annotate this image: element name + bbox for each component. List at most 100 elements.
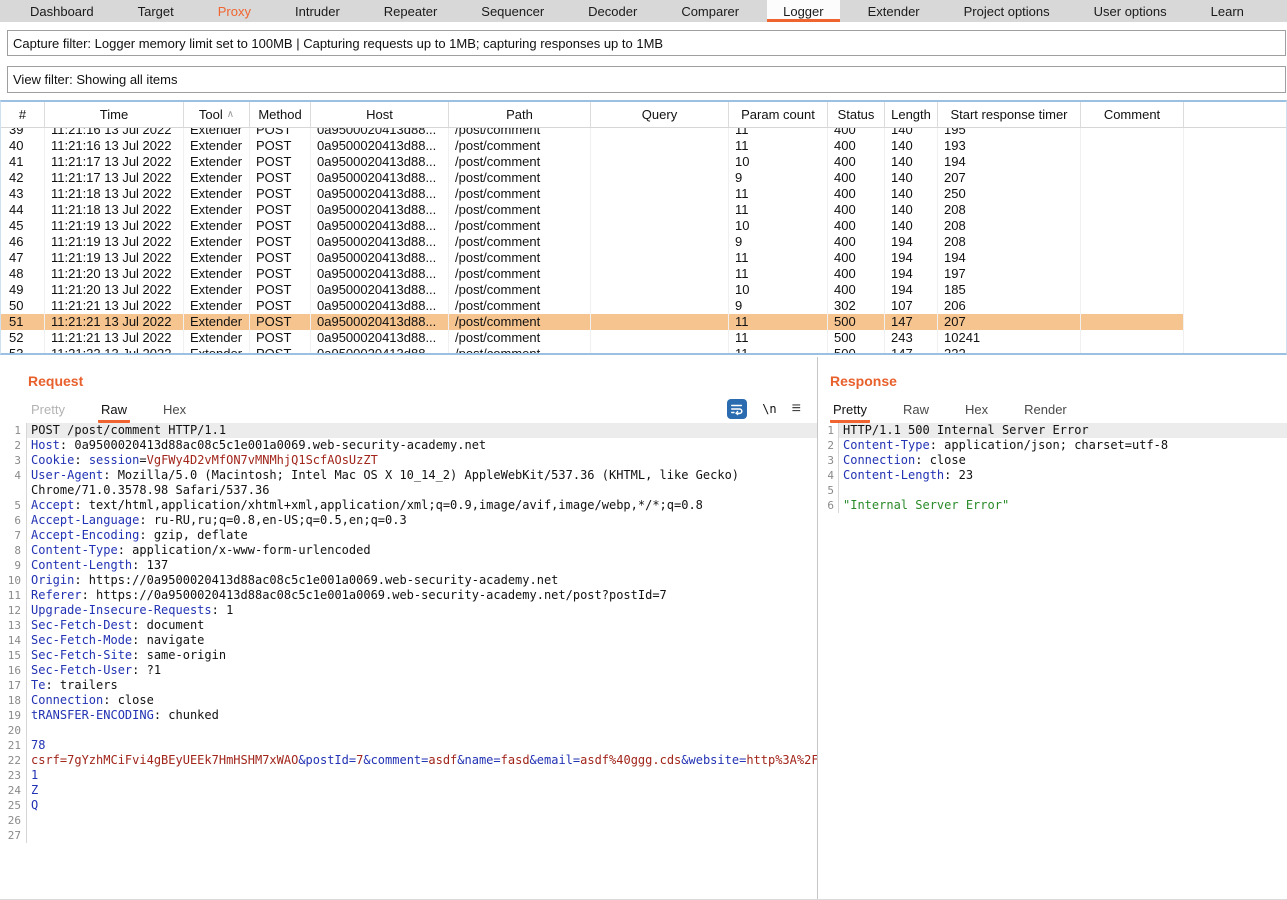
cell-host: 0a9500020413d88... (311, 298, 449, 314)
menu-icon[interactable]: ≡ (792, 401, 801, 417)
column-header-number[interactable]: # (1, 102, 45, 127)
column-header-label: Tool (199, 107, 223, 122)
cell-start-response-timer: 10241 (938, 330, 1081, 346)
main-tab-learn[interactable]: Learn (1195, 0, 1260, 22)
response-subtabs: Pretty Raw Hex Render (830, 397, 1277, 423)
column-header-host[interactable]: Host (311, 102, 449, 127)
main-tab-comparer[interactable]: Comparer (665, 0, 755, 22)
capture-filter-bar[interactable]: Capture filter: Logger memory limit set … (7, 30, 1286, 56)
log-row-42[interactable]: 4211:21:17 13 Jul 2022ExtenderPOST0a9500… (1, 170, 1286, 186)
request-tab-hex[interactable]: Hex (160, 398, 189, 423)
cell-start-response-timer: 207 (938, 314, 1081, 330)
log-row-49[interactable]: 4911:21:20 13 Jul 2022ExtenderPOST0a9500… (1, 282, 1286, 298)
column-header-comment[interactable]: Comment (1081, 102, 1184, 127)
log-row-40[interactable]: 4011:21:16 13 Jul 2022ExtenderPOST0a9500… (1, 138, 1286, 154)
cell-param-count: 11 (729, 186, 828, 202)
main-tab-proxy[interactable]: Proxy (202, 0, 267, 22)
request-line-text: Sec-Fetch-User: ?1 (26, 663, 817, 678)
line-number: 2 (820, 438, 838, 453)
cell-length: 194 (885, 250, 938, 266)
capture-filter-text: Capture filter: Logger memory limit set … (13, 36, 663, 51)
logger-table-body: 3911:21:16 13 Jul 2022ExtenderPOST0a9500… (1, 128, 1286, 353)
request-line-text: Accept: text/html,application/xhtml+xml,… (26, 498, 817, 513)
view-filter-bar[interactable]: View filter: Showing all items (7, 66, 1286, 93)
column-header-tool[interactable]: Tool∧ (184, 102, 250, 127)
main-tab-project-options[interactable]: Project options (948, 0, 1066, 22)
log-row-44[interactable]: 4411:21:18 13 Jul 2022ExtenderPOST0a9500… (1, 202, 1286, 218)
log-row-45[interactable]: 4511:21:19 13 Jul 2022ExtenderPOST0a9500… (1, 218, 1286, 234)
request-line-2: 2Host: 0a9500020413d88ac08c5c1e001a0069.… (0, 438, 817, 453)
cell-method: POST (250, 314, 311, 330)
log-row-39[interactable]: 3911:21:16 13 Jul 2022ExtenderPOST0a9500… (1, 128, 1286, 138)
cell-filler (1184, 170, 1286, 186)
response-line-2: 2Content-Type: application/json; charset… (820, 438, 1287, 453)
line-number: 5 (820, 483, 838, 498)
cell-time: 11:21:16 13 Jul 2022 (45, 128, 184, 138)
cell-tool: Extender (184, 330, 250, 346)
response-tab-raw[interactable]: Raw (900, 398, 932, 423)
log-row-41[interactable]: 4111:21:17 13 Jul 2022ExtenderPOST0a9500… (1, 154, 1286, 170)
column-header-label: # (19, 107, 26, 122)
column-header-status[interactable]: Status (828, 102, 885, 127)
request-tab-raw[interactable]: Raw (98, 398, 130, 423)
column-header-param-count[interactable]: Param count (729, 102, 828, 127)
response-line-6: 6"Internal Server Error" (820, 498, 1287, 513)
log-row-47[interactable]: 4711:21:19 13 Jul 2022ExtenderPOST0a9500… (1, 250, 1286, 266)
cell-host: 0a9500020413d88... (311, 154, 449, 170)
main-tab-decoder[interactable]: Decoder (572, 0, 653, 22)
column-header-path[interactable]: Path (449, 102, 591, 127)
log-row-43[interactable]: 4311:21:18 13 Jul 2022ExtenderPOST0a9500… (1, 186, 1286, 202)
cell-host: 0a9500020413d88... (311, 266, 449, 282)
line-number: 13 (0, 618, 26, 633)
log-row-48[interactable]: 4811:21:20 13 Jul 2022ExtenderPOST0a9500… (1, 266, 1286, 282)
main-tab-logger[interactable]: Logger (767, 0, 839, 22)
response-tab-pretty[interactable]: Pretty (830, 398, 870, 423)
request-tab-pretty[interactable]: Pretty (28, 398, 68, 423)
column-header-method[interactable]: Method (250, 102, 311, 127)
log-row-52[interactable]: 5211:21:21 13 Jul 2022ExtenderPOST0a9500… (1, 330, 1286, 346)
response-line-3: 3Connection: close (820, 453, 1287, 468)
line-number: 21 (0, 738, 26, 753)
cell-method: POST (250, 138, 311, 154)
column-header-label: Comment (1104, 107, 1160, 122)
main-tab-sequencer[interactable]: Sequencer (465, 0, 560, 22)
cell-host: 0a9500020413d88... (311, 330, 449, 346)
wrap-icon[interactable] (727, 399, 747, 419)
main-tab-user-options[interactable]: User options (1078, 0, 1183, 22)
line-number: 4 (820, 468, 838, 483)
main-tab-dashboard[interactable]: Dashboard (14, 0, 110, 22)
column-header-query[interactable]: Query (591, 102, 729, 127)
line-number: 4 (0, 468, 26, 498)
column-header-time[interactable]: Time (45, 102, 184, 127)
main-tab-extender[interactable]: Extender (852, 0, 936, 22)
cell-param-count: 11 (729, 202, 828, 218)
log-row-53[interactable]: 5311:21:22 13 Jul 2022ExtenderPOST0a9500… (1, 346, 1286, 353)
newline-icon[interactable]: \n (762, 402, 776, 416)
log-row-50[interactable]: 5011:21:21 13 Jul 2022ExtenderPOST0a9500… (1, 298, 1286, 314)
cell-query (591, 330, 729, 346)
request-editor[interactable]: 1POST /post/comment HTTP/1.12Host: 0a950… (0, 423, 817, 893)
cell-host: 0a9500020413d88... (311, 282, 449, 298)
column-header-length[interactable]: Length (885, 102, 938, 127)
response-tab-hex[interactable]: Hex (962, 398, 991, 423)
cell-start-response-timer: 207 (938, 170, 1081, 186)
main-tab-intruder[interactable]: Intruder (279, 0, 356, 22)
cell-id: 41 (1, 154, 45, 170)
response-editor[interactable]: 1HTTP/1.1 500 Internal Server Error2Cont… (820, 423, 1287, 893)
log-row-46[interactable]: 4611:21:19 13 Jul 2022ExtenderPOST0a9500… (1, 234, 1286, 250)
column-header-start-response-timer[interactable]: Start response timer (938, 102, 1081, 127)
request-panel: Request PrettyRawHex \n≡ 1POST /post/com… (0, 357, 817, 899)
main-tab-repeater[interactable]: Repeater (368, 0, 453, 22)
cell-tool: Extender (184, 138, 250, 154)
line-number: 24 (0, 783, 26, 798)
column-header-label: Status (838, 107, 875, 122)
log-row-51[interactable]: 5111:21:21 13 Jul 2022ExtenderPOST0a9500… (1, 314, 1286, 330)
request-line-24: 24Z (0, 783, 817, 798)
cell-param-count: 9 (729, 170, 828, 186)
cell-host: 0a9500020413d88... (311, 128, 449, 138)
cell-query (591, 202, 729, 218)
line-number: 10 (0, 573, 26, 588)
cell-query (591, 266, 729, 282)
main-tab-target[interactable]: Target (122, 0, 190, 22)
response-tab-render[interactable]: Render (1021, 398, 1070, 423)
